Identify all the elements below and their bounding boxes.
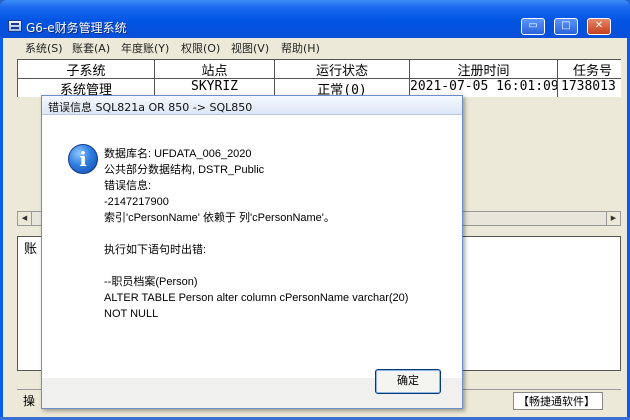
title-bar[interactable]: G6-e财务管理系统 ▭ □ ✕ [0, 0, 630, 38]
menu-year-account[interactable]: 年度账(Y) [121, 40, 169, 56]
col-header-task-id[interactable]: 任务号 [558, 60, 621, 79]
error-message: 数据库名: UFDATA_006_2020 公共部分数据结构, DSTR_Pub… [104, 146, 408, 322]
error-dialog: 错误信息 SQL821a OR 850 -> SQL850 i 数据库名: UF… [41, 95, 463, 409]
app-icon [8, 20, 22, 32]
col-header-subsystem[interactable]: 子系统 [18, 60, 155, 79]
scroll-left-icon[interactable]: ◀ [18, 212, 32, 225]
menu-bar: 系统(S) 账套(A) 年度账(Y) 权限(O) 视图(V) 帮助(H) [3, 38, 627, 56]
ok-button[interactable]: 确定 [375, 369, 441, 394]
msg-line: NOT NULL [104, 308, 159, 320]
msg-line: --职员档案(Person) [104, 276, 198, 288]
msg-line [104, 258, 408, 274]
status-vendor: 【畅捷通软件】 [513, 392, 603, 410]
maximize-button[interactable]: □ [554, 18, 578, 35]
msg-line: 错误信息: [104, 180, 152, 192]
window-title: G6-e财务管理系统 [26, 21, 127, 35]
table-cell-task-id[interactable]: 1738013 [558, 79, 621, 97]
account-panel-label: 账 [24, 242, 38, 257]
minimize-button[interactable]: ▭ [521, 18, 545, 35]
msg-line: 执行如下语句时出错: [104, 244, 207, 256]
info-icon: i [68, 144, 98, 174]
col-header-status[interactable]: 运行状态 [275, 60, 410, 79]
msg-line: 索引'cPersonName' 依赖于 列'cPersonName'。 [104, 212, 335, 224]
menu-system[interactable]: 系统(S) [25, 40, 63, 56]
msg-line: 公共部分数据结构, DSTR_Public [104, 164, 265, 176]
col-header-site[interactable]: 站点 [155, 60, 275, 79]
msg-line [104, 226, 408, 242]
scroll-right-icon[interactable]: ▶ [606, 212, 620, 225]
menu-view[interactable]: 视图(V) [231, 40, 269, 56]
menu-help[interactable]: 帮助(H) [281, 40, 320, 56]
dialog-title[interactable]: 错误信息 SQL821a OR 850 -> SQL850 [42, 96, 462, 115]
msg-line: ALTER TABLE Person alter column cPersonN… [104, 292, 409, 304]
menu-permissions[interactable]: 权限(O) [181, 40, 220, 56]
session-table: 子系统 站点 运行状态 注册时间 任务号 系统管理 SKYRIZ 正常(0) 2… [17, 59, 621, 97]
status-operator: 操 [23, 394, 36, 408]
close-button[interactable]: ✕ [587, 18, 611, 35]
menu-account[interactable]: 账套(A) [72, 40, 110, 56]
msg-line: -2147217900 [104, 196, 169, 208]
col-header-register-time[interactable]: 注册时间 [410, 60, 558, 79]
msg-line: 数据库名: UFDATA_006_2020 [104, 148, 252, 160]
dialog-body: i 数据库名: UFDATA_006_2020 公共部分数据结构, DSTR_P… [42, 116, 462, 378]
